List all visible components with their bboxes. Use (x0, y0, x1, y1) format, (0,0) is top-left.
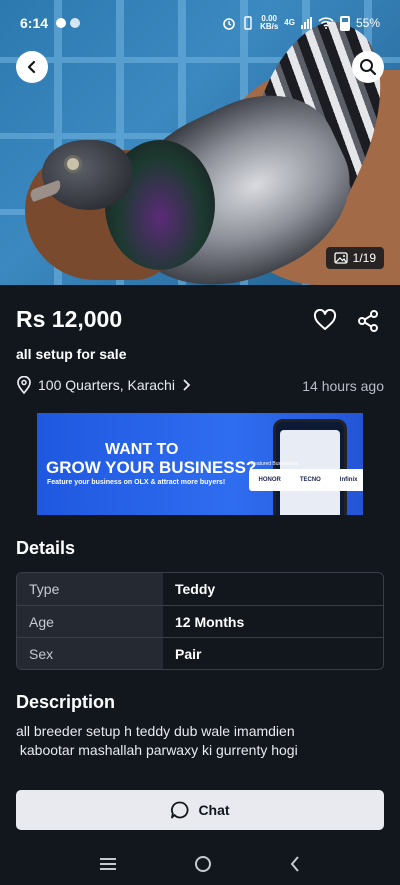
detail-value: Teddy (163, 573, 383, 605)
pigeon-head (42, 140, 132, 210)
location-text: 100 Quarters, Karachi (38, 377, 175, 393)
net-speed: 0.00 KB/s (260, 15, 278, 31)
photo-counter[interactable]: 1/19 (325, 247, 384, 269)
banner-tag: Featured Businesses (251, 461, 298, 467)
listing-location[interactable]: 100 Quarters, Karachi (16, 376, 191, 394)
search-icon (360, 59, 377, 76)
back-button[interactable] (16, 51, 48, 83)
heart-icon (313, 308, 337, 330)
battery-icon (339, 15, 350, 31)
listing-title: all setup for sale (16, 346, 127, 362)
chat-button-label: Chat (198, 802, 230, 818)
location-pin-icon (17, 376, 31, 394)
detail-key: Sex (17, 638, 163, 669)
listing-price: Rs 12,000 (16, 306, 123, 332)
detail-key: Type (17, 573, 163, 605)
back-nav-icon[interactable] (289, 855, 301, 873)
description-text: all breeder setup h teddy dub wale imamd… (16, 722, 386, 760)
banner-headline-1: WANT TO (105, 441, 179, 458)
search-button[interactable] (352, 51, 384, 83)
favorite-button[interactable] (313, 308, 337, 336)
alarm-icon (223, 18, 235, 30)
detail-row-type: Type Teddy (17, 573, 383, 605)
recent-apps-icon[interactable] (99, 857, 117, 871)
status-right: 0.00 KB/s 4G 55% (222, 15, 380, 31)
network-type: 4G (284, 18, 295, 27)
chat-bubble-icon (171, 801, 189, 819)
banner-headline-2: GROW YOUR BUSINESS? (46, 458, 257, 477)
status-bar: 6:14 0.00 KB/s 4G 55% (0, 0, 400, 46)
brand-logo: HONOR (258, 477, 281, 483)
message-icon (56, 18, 67, 28)
share-icon (358, 310, 378, 332)
detail-row-sex: Sex Pair (17, 637, 383, 669)
battery-level: 55% (355, 16, 380, 30)
notification-icons (56, 18, 81, 28)
app-notification-icon (70, 18, 81, 28)
detail-key: Age (17, 606, 163, 637)
brand-logo: Infinix (339, 477, 358, 483)
arrow-left-icon (27, 60, 36, 74)
chevron-right-icon (183, 379, 191, 391)
banner-subline: Feature your business on OLX & attract m… (47, 479, 226, 486)
image-icon (333, 252, 348, 264)
details-heading: Details (16, 538, 76, 558)
pigeon-eye (64, 155, 82, 173)
banner-phone-image (273, 419, 347, 515)
net-speed-unit: KB/s (260, 22, 279, 31)
photo-counter-text: 1/19 (352, 251, 376, 265)
system-nav-bar (0, 843, 400, 885)
ad-banner[interactable]: WANT TO GROW YOUR BUSINESS? Feature your… (37, 413, 363, 515)
brand-logo: TECNO (299, 477, 321, 483)
status-time: 6:14 (20, 15, 49, 31)
details-table: Type Teddy Age 12 Months Sex Pair (16, 572, 384, 670)
detail-row-age: Age 12 Months (17, 605, 383, 637)
chat-button[interactable]: Chat (16, 790, 384, 830)
wifi-icon (318, 17, 334, 29)
description-heading: Description (16, 692, 116, 712)
posted-time: 14 hours ago (302, 378, 384, 394)
description-line: all breeder setup h teddy dub wale imamd… (16, 723, 295, 739)
signal-icon (300, 17, 312, 29)
vibrate-icon (244, 16, 252, 30)
home-icon[interactable] (194, 855, 212, 873)
detail-value: Pair (163, 638, 383, 669)
detail-value: 12 Months (163, 606, 383, 637)
share-button[interactable] (356, 309, 380, 338)
banner-brands: HONOR TECNO Infinix (249, 469, 363, 491)
description-line: kabootar mashallah parwaxy ki gurrenty h… (16, 742, 298, 758)
